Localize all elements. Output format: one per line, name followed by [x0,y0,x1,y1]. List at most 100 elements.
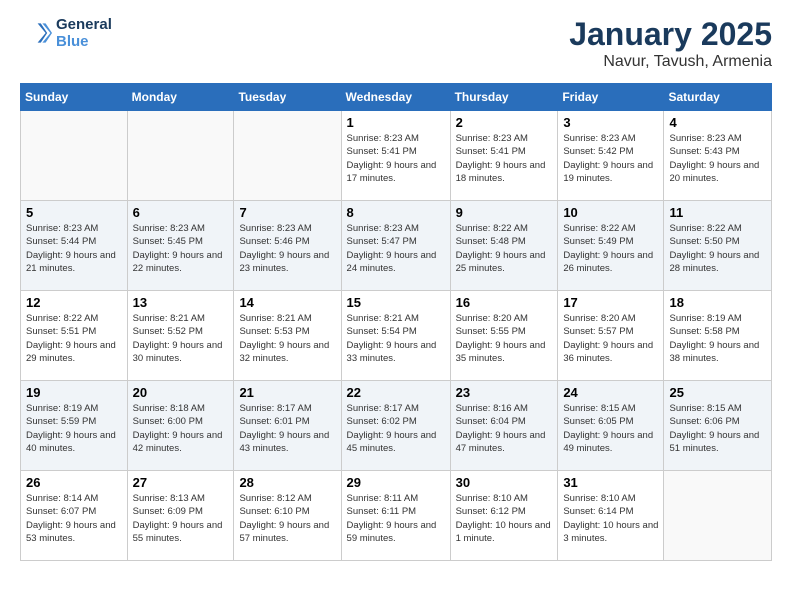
day-number: 9 [456,205,553,220]
day-number: 21 [239,385,335,400]
title-block: January 2025 Navur, Tavush, Armenia [569,16,772,71]
day-info: Sunrise: 8:22 AMSunset: 5:51 PMDaylight:… [26,312,122,365]
calendar-cell: 18Sunrise: 8:19 AMSunset: 5:58 PMDayligh… [664,291,772,381]
calendar-cell [234,111,341,201]
day-info: Sunrise: 8:15 AMSunset: 6:05 PMDaylight:… [563,402,658,455]
header-saturday: Saturday [664,84,772,111]
day-info: Sunrise: 8:13 AMSunset: 6:09 PMDaylight:… [133,492,229,545]
calendar-cell [21,111,128,201]
day-number: 11 [669,205,766,220]
calendar-cell: 22 Sunrise: 8:17 AMSunset: 6:02 PMDayligh… [341,381,450,471]
calendar-cell: 7 Sunrise: 8:23 AMSunset: 5:46 PMDaylight… [234,201,341,291]
calendar-cell: 11Sunrise: 8:22 AMSunset: 5:50 PMDayligh… [664,201,772,291]
calendar-cell: 27 Sunrise: 8:13 AMSunset: 6:09 PMDayligh… [127,471,234,561]
calendar-cell: 19Sunrise: 8:19 AMSunset: 5:59 PMDayligh… [21,381,128,471]
day-info: Sunrise: 8:11 AMSunset: 6:11 PMDaylight:… [347,492,445,545]
day-number: 5 [26,205,122,220]
calendar-cell: 30Sunrise: 8:10 AMSunset: 6:12 PMDayligh… [450,471,558,561]
calendar-cell: 17 Sunrise: 8:20 AMSunset: 5:57 PMDayligh… [558,291,664,381]
calendar-cell: 3 Sunrise: 8:23 AMSunset: 5:42 PMDaylight… [558,111,664,201]
day-number: 4 [669,115,766,130]
day-number: 29 [347,475,445,490]
day-number: 10 [563,205,658,220]
header-monday: Monday [127,84,234,111]
week-row-4: 26 Sunrise: 8:14 AMSunset: 6:07 PMDayligh… [21,471,772,561]
calendar-cell: 25 Sunrise: 8:15 AMSunset: 6:06 PMDayligh… [664,381,772,471]
day-number: 3 [563,115,658,130]
week-row-0: 1 Sunrise: 8:23 AMSunset: 5:41 PMDaylight… [21,111,772,201]
calendar-cell: 21 Sunrise: 8:17 AMSunset: 6:01 PMDayligh… [234,381,341,471]
calendar: SundayMondayTuesdayWednesdayThursdayFrid… [20,83,772,561]
day-number: 18 [669,295,766,310]
header-sunday: Sunday [21,84,128,111]
week-row-2: 12Sunrise: 8:22 AMSunset: 5:51 PMDayligh… [21,291,772,381]
calendar-cell: 28 Sunrise: 8:12 AMSunset: 6:10 PMDayligh… [234,471,341,561]
day-info: Sunrise: 8:22 AMSunset: 5:48 PMDaylight:… [456,222,553,275]
day-info: Sunrise: 8:12 AMSunset: 6:10 PMDaylight:… [239,492,335,545]
day-info: Sunrise: 8:20 AMSunset: 5:55 PMDaylight:… [456,312,553,365]
day-number: 15 [347,295,445,310]
day-info: Sunrise: 8:21 AMSunset: 5:53 PMDaylight:… [239,312,335,365]
day-info: Sunrise: 8:23 AMSunset: 5:41 PMDaylight:… [347,132,445,185]
calendar-cell: 20 Sunrise: 8:18 AMSunset: 6:00 PMDayligh… [127,381,234,471]
day-number: 26 [26,475,122,490]
day-number: 20 [133,385,229,400]
day-info: Sunrise: 8:15 AMSunset: 6:06 PMDaylight:… [669,402,766,455]
day-info: Sunrise: 8:14 AMSunset: 6:07 PMDaylight:… [26,492,122,545]
header: General Blue January 2025 Navur, Tavush,… [20,16,772,71]
calendar-cell [127,111,234,201]
header-tuesday: Tuesday [234,84,341,111]
day-info: Sunrise: 8:17 AMSunset: 6:01 PMDaylight:… [239,402,335,455]
day-info: Sunrise: 8:23 AMSunset: 5:42 PMDaylight:… [563,132,658,185]
day-number: 17 [563,295,658,310]
day-info: Sunrise: 8:20 AMSunset: 5:57 PMDaylight:… [563,312,658,365]
day-number: 27 [133,475,229,490]
header-friday: Friday [558,84,664,111]
day-info: Sunrise: 8:23 AMSunset: 5:44 PMDaylight:… [26,222,122,275]
calendar-cell: 16 Sunrise: 8:20 AMSunset: 5:55 PMDayligh… [450,291,558,381]
calendar-cell: 12Sunrise: 8:22 AMSunset: 5:51 PMDayligh… [21,291,128,381]
day-number: 22 [347,385,445,400]
calendar-cell: 15Sunrise: 8:21 AMSunset: 5:54 PMDayligh… [341,291,450,381]
calendar-cell: 10 Sunrise: 8:22 AMSunset: 5:49 PMDayligh… [558,201,664,291]
day-number: 13 [133,295,229,310]
calendar-cell: 24 Sunrise: 8:15 AMSunset: 6:05 PMDayligh… [558,381,664,471]
day-number: 1 [347,115,445,130]
day-number: 7 [239,205,335,220]
day-number: 6 [133,205,229,220]
header-thursday: Thursday [450,84,558,111]
day-number: 28 [239,475,335,490]
logo-text: General Blue [56,16,112,50]
day-info: Sunrise: 8:23 AMSunset: 5:41 PMDaylight:… [456,132,553,185]
day-number: 25 [669,385,766,400]
day-number: 16 [456,295,553,310]
day-info: Sunrise: 8:10 AMSunset: 6:12 PMDaylight:… [456,492,553,545]
day-info: Sunrise: 8:22 AMSunset: 5:49 PMDaylight:… [563,222,658,275]
day-info: Sunrise: 8:18 AMSunset: 6:00 PMDaylight:… [133,402,229,455]
day-info: Sunrise: 8:23 AMSunset: 5:46 PMDaylight:… [239,222,335,275]
day-number: 8 [347,205,445,220]
logo-icon [20,17,52,49]
day-number: 14 [239,295,335,310]
calendar-cell: 26 Sunrise: 8:14 AMSunset: 6:07 PMDayligh… [21,471,128,561]
calendar-cell: 6Sunrise: 8:23 AMSunset: 5:45 PMDaylight… [127,201,234,291]
day-number: 24 [563,385,658,400]
day-info: Sunrise: 8:17 AMSunset: 6:02 PMDaylight:… [347,402,445,455]
location: Navur, Tavush, Armenia [569,53,772,71]
calendar-cell: 8 Sunrise: 8:23 AMSunset: 5:47 PMDaylight… [341,201,450,291]
calendar-cell: 9 Sunrise: 8:22 AMSunset: 5:48 PMDaylight… [450,201,558,291]
week-row-1: 5 Sunrise: 8:23 AMSunset: 5:44 PMDaylight… [21,201,772,291]
day-number: 2 [456,115,553,130]
calendar-cell: 23 Sunrise: 8:16 AMSunset: 6:04 PMDayligh… [450,381,558,471]
day-info: Sunrise: 8:23 AMSunset: 5:43 PMDaylight:… [669,132,766,185]
day-info: Sunrise: 8:16 AMSunset: 6:04 PMDaylight:… [456,402,553,455]
calendar-cell: 13Sunrise: 8:21 AMSunset: 5:52 PMDayligh… [127,291,234,381]
page: General Blue January 2025 Navur, Tavush,… [0,0,792,577]
day-number: 23 [456,385,553,400]
header-wednesday: Wednesday [341,84,450,111]
day-info: Sunrise: 8:23 AMSunset: 5:47 PMDaylight:… [347,222,445,275]
calendar-header-row: SundayMondayTuesdayWednesdayThursdayFrid… [21,84,772,111]
day-info: Sunrise: 8:19 AMSunset: 5:59 PMDaylight:… [26,402,122,455]
calendar-cell: 4 Sunrise: 8:23 AMSunset: 5:43 PMDaylight… [664,111,772,201]
month-title: January 2025 [569,16,772,53]
